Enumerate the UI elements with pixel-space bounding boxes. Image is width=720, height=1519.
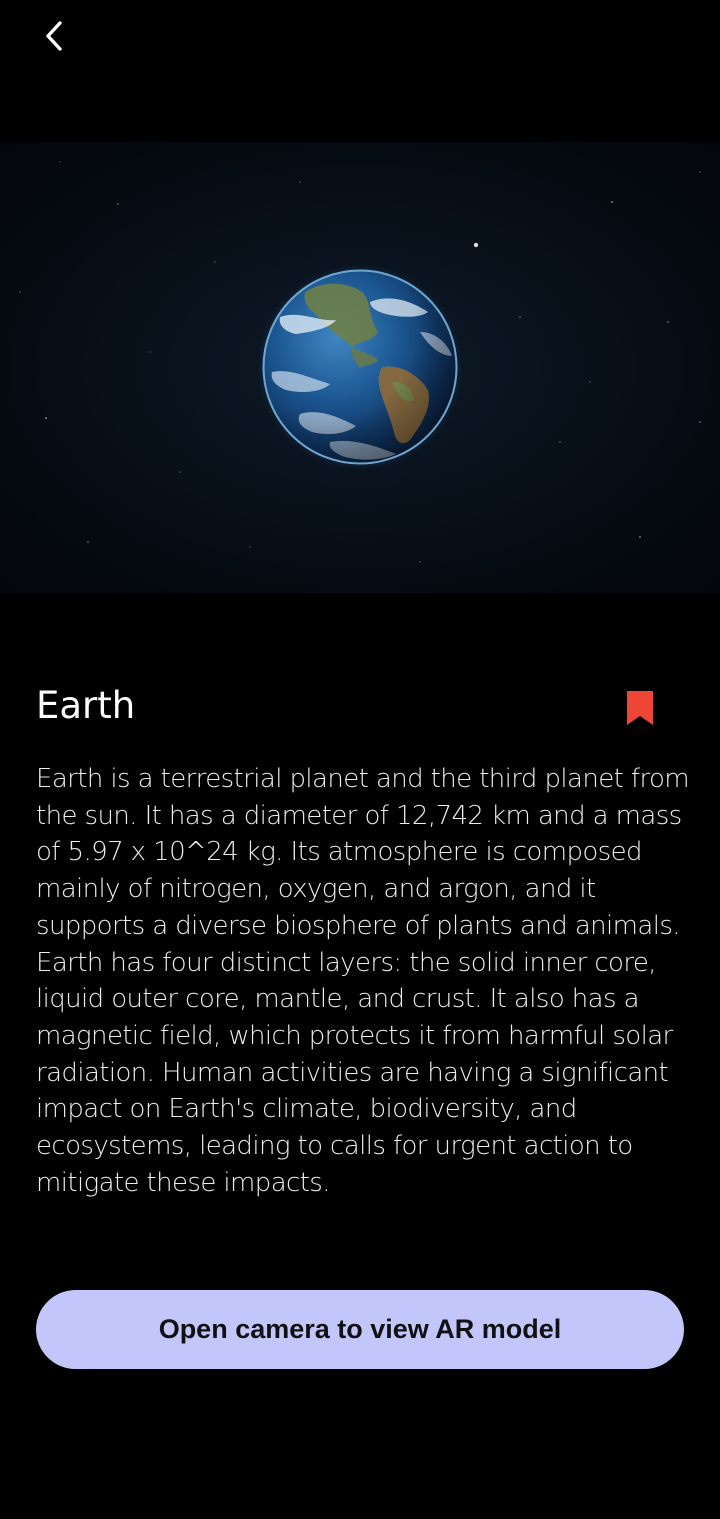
bookmark-button[interactable] [616,686,664,730]
planet-description: Earth is a terrestrial planet and the th… [36,764,690,1198]
hero-image [0,142,720,593]
back-button[interactable] [30,12,78,60]
open-ar-camera-button[interactable]: Open camera to view AR model [36,1290,684,1369]
chevron-left-icon [46,21,62,51]
ar-button-label: Open camera to view AR model [158,1314,562,1344]
bookmark-icon [627,691,653,725]
planet-title: Earth [36,684,136,727]
